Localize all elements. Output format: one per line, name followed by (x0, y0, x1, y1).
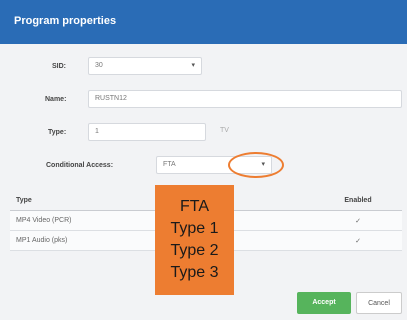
ca-option-type2: Type 2 (170, 242, 219, 259)
dropdown-highlight-circle (228, 152, 284, 178)
title-bar: Program properties (0, 0, 407, 44)
type-value: 1 (95, 128, 99, 135)
sid-value: 30 (95, 62, 103, 69)
name-field[interactable]: RUSTN12 (88, 90, 402, 108)
sid-select[interactable]: 30 ▾ (88, 57, 202, 75)
enabled-checkbox[interactable]: ✓ (314, 210, 402, 231)
name-label: Name: (45, 96, 67, 103)
chevron-down-icon: ▾ (191, 62, 195, 69)
ca-option-type3: Type 3 (170, 264, 219, 281)
ca-label: Conditional Access: (46, 162, 114, 169)
col-enabled: Enabled (314, 190, 402, 211)
type-field[interactable]: 1 (88, 123, 206, 141)
type-unit: TV (220, 127, 229, 134)
enabled-checkbox[interactable]: ✓ (314, 230, 402, 251)
type-label: Type: (48, 129, 67, 136)
ca-option-fta: FTA (179, 198, 210, 215)
dialog-title: Program properties (14, 15, 117, 27)
program-properties-dialog: Program properties SID: 30 ▾ Name: RUSTN… (0, 0, 407, 320)
ca-value: FTA (163, 161, 176, 168)
ca-options-callout: FTA Type 1 Type 2 Type 3 (155, 185, 234, 295)
sid-label: SID: (52, 63, 66, 70)
accept-button[interactable]: Accept (297, 292, 351, 314)
name-value: RUSTN12 (95, 95, 127, 102)
cancel-button[interactable]: Cancel (356, 292, 402, 314)
ca-option-type1: Type 1 (170, 220, 219, 237)
